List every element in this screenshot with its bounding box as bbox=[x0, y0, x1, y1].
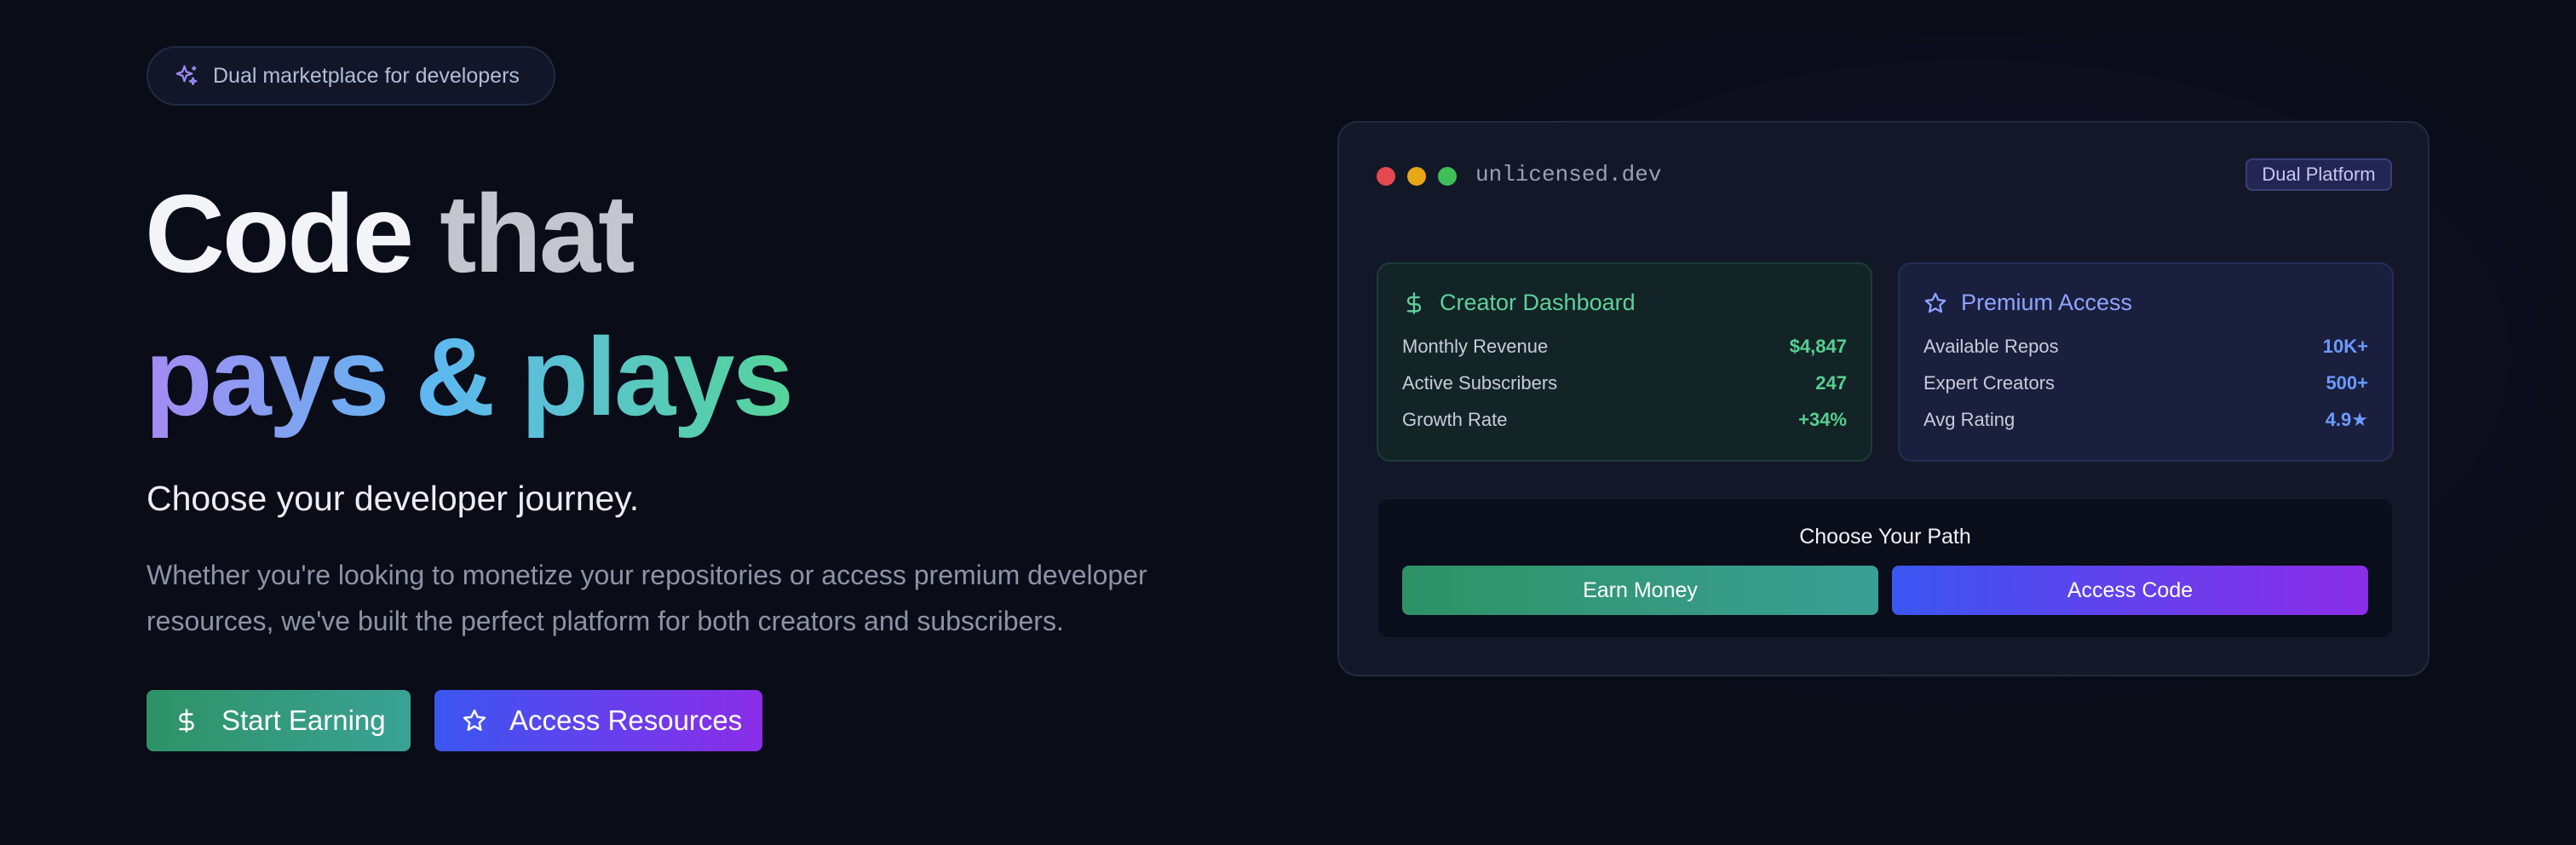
window-controls bbox=[1377, 167, 1457, 186]
stat-value: 247 bbox=[1815, 371, 1847, 394]
creator-dashboard-header: Creator Dashboard bbox=[1402, 290, 1847, 316]
maximize-dot bbox=[1438, 167, 1457, 186]
dual-platform-badge: Dual Platform bbox=[2245, 158, 2392, 191]
hero-headline: Code that pays & plays bbox=[145, 162, 794, 448]
headline-line-2: pays & plays bbox=[145, 305, 794, 448]
stat-row: Avg Rating 4.9★ bbox=[1923, 401, 2368, 438]
creator-dashboard-panel: Creator Dashboard Monthly Revenue $4,847… bbox=[1377, 262, 1872, 462]
premium-access-header: Premium Access bbox=[1923, 290, 2368, 316]
stat-value: $4,847 bbox=[1789, 335, 1847, 357]
start-earning-button[interactable]: Start Earning bbox=[147, 690, 411, 751]
access-resources-button[interactable]: Access Resources bbox=[434, 690, 762, 751]
stat-label: Monthly Revenue bbox=[1402, 335, 1549, 357]
stat-row: Available Repos 10K+ bbox=[1923, 328, 2368, 365]
minimize-dot bbox=[1407, 167, 1426, 186]
headline-line-1: Code that bbox=[145, 162, 791, 305]
stat-label: Growth Rate bbox=[1402, 408, 1508, 430]
access-resources-label: Access Resources bbox=[509, 704, 743, 736]
stat-value: 500+ bbox=[2326, 371, 2368, 394]
sparkles-icon bbox=[175, 65, 198, 86]
choose-path-section: Choose Your Path Earn Money Access Code bbox=[1377, 497, 2394, 639]
domain-label: unlicensed.dev bbox=[1475, 162, 1662, 187]
premium-access-panel: Premium Access Available Repos 10K+ Expe… bbox=[1898, 262, 2394, 462]
stat-label: Avg Rating bbox=[1923, 408, 2015, 430]
star-icon bbox=[463, 709, 486, 731]
premium-access-title: Premium Access bbox=[1961, 290, 2133, 315]
star-icon bbox=[1924, 292, 1946, 313]
stat-value: +34% bbox=[1798, 408, 1847, 430]
stat-row: Growth Rate +34% bbox=[1402, 401, 1847, 438]
stat-label: Active Subscribers bbox=[1402, 371, 1558, 394]
hero-subtitle: Choose your developer journey. bbox=[147, 479, 640, 518]
stat-row: Expert Creators 500+ bbox=[1923, 365, 2368, 401]
stat-row: Active Subscribers 247 bbox=[1402, 365, 1847, 401]
dollar-icon bbox=[179, 709, 194, 733]
stat-value: 10K+ bbox=[2322, 335, 2368, 357]
headline-word-that: that bbox=[440, 171, 635, 296]
badge-label: Dual marketplace for developers bbox=[213, 63, 520, 88]
stat-value: 4.9★ bbox=[2325, 408, 2368, 430]
stat-row: Monthly Revenue $4,847 bbox=[1402, 328, 1847, 365]
headline-word-code: Code bbox=[145, 171, 414, 296]
earn-money-button[interactable]: Earn Money bbox=[1402, 566, 1878, 615]
choose-path-title: Choose Your Path bbox=[1799, 525, 1971, 549]
access-code-button[interactable]: Access Code bbox=[1892, 566, 2368, 615]
start-earning-label: Start Earning bbox=[221, 704, 386, 736]
creator-dashboard-title: Creator Dashboard bbox=[1440, 290, 1636, 315]
hero-description: Whether you're looking to monetize your … bbox=[147, 560, 1147, 636]
platform-preview-card: unlicensed.dev Dual Platform Creator Das… bbox=[1337, 121, 2429, 676]
stat-label: Available Repos bbox=[1923, 335, 2059, 357]
stat-label: Expert Creators bbox=[1923, 371, 2056, 394]
dollar-icon bbox=[1406, 291, 1422, 314]
marketplace-badge: Dual marketplace for developers bbox=[147, 46, 555, 106]
close-dot bbox=[1377, 167, 1395, 186]
